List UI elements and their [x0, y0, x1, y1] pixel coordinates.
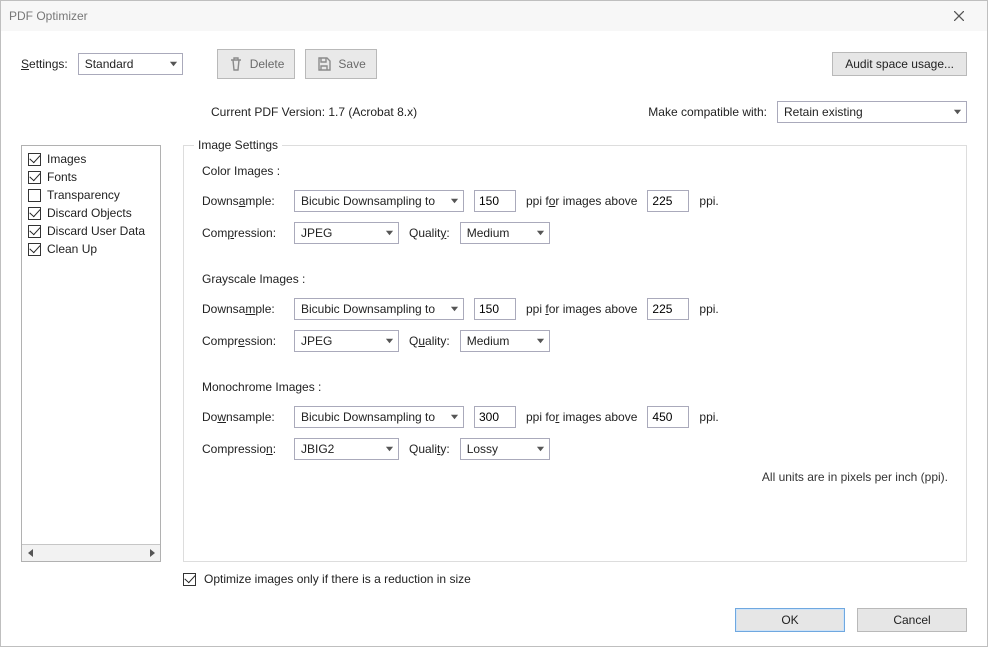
chevron-down-icon: [953, 105, 962, 119]
color-downsample-combo[interactable]: Bicubic Downsampling to: [294, 190, 464, 212]
category-checkbox[interactable]: [28, 171, 41, 184]
optimize-label: Optimize images only if there is a reduc…: [204, 572, 471, 586]
color-above-ppi-input[interactable]: [647, 190, 689, 212]
title-bar: PDF Optimizer: [1, 1, 987, 31]
monochrome-images-section: Monochrome Images : Downsample: Bicubic …: [202, 380, 948, 460]
category-item[interactable]: Discard Objects: [28, 204, 154, 222]
color-quality-combo[interactable]: Medium: [460, 222, 550, 244]
quality-label: Quality:: [409, 226, 450, 240]
category-item[interactable]: Transparency: [28, 186, 154, 204]
gray-compression-combo[interactable]: JPEG: [294, 330, 399, 352]
trash-icon: [228, 56, 244, 72]
category-checkbox[interactable]: [28, 189, 41, 202]
label: ppi.: [699, 410, 718, 424]
compat-combo-value: Retain existing: [784, 105, 863, 119]
category-checkbox[interactable]: [28, 207, 41, 220]
gray-downsample-combo[interactable]: Bicubic Downsampling to: [294, 298, 464, 320]
panel-legend: Image Settings: [194, 138, 282, 152]
gray-ppi-input[interactable]: [474, 298, 516, 320]
optimize-checkbox-row: Optimize images only if there is a reduc…: [183, 572, 967, 586]
quality-label: Quality:: [409, 334, 450, 348]
category-item[interactable]: Images: [28, 150, 154, 168]
delete-button[interactable]: Delete: [217, 49, 296, 79]
label: ppi.: [699, 302, 718, 316]
save-icon: [316, 56, 332, 72]
close-icon: [954, 11, 964, 21]
chevron-down-icon: [450, 410, 459, 424]
scroll-right-icon[interactable]: [143, 545, 160, 561]
chevron-down-icon: [536, 442, 545, 456]
category-label: Discard User Data: [47, 224, 145, 238]
mono-downsample-combo[interactable]: Bicubic Downsampling to: [294, 406, 464, 428]
gray-above-ppi-input[interactable]: [647, 298, 689, 320]
section-title: Monochrome Images :: [202, 380, 948, 394]
current-version-label: Current PDF Version: 1.7 (Acrobat 8.x): [211, 105, 417, 119]
downsample-label: Downsample:: [202, 302, 284, 316]
image-settings-panel: Image Settings Color Images : Downsample…: [183, 145, 967, 562]
color-images-section: Color Images : Downsample: Bicubic Downs…: [202, 164, 948, 244]
compat-combo[interactable]: Retain existing: [777, 101, 967, 123]
chevron-down-icon: [169, 57, 178, 71]
quality-label: Quality:: [409, 442, 450, 456]
category-label: Images: [47, 152, 86, 166]
category-checkbox[interactable]: [28, 243, 41, 256]
gray-quality-combo[interactable]: Medium: [460, 330, 550, 352]
save-button[interactable]: Save: [305, 49, 376, 79]
h-scrollbar[interactable]: [22, 544, 160, 561]
category-item[interactable]: Clean Up: [28, 240, 154, 258]
chevron-down-icon: [385, 334, 394, 348]
chevron-down-icon: [536, 334, 545, 348]
chevron-down-icon: [385, 226, 394, 240]
ok-button[interactable]: OK: [735, 608, 845, 632]
category-label: Discard Objects: [47, 206, 132, 220]
mono-ppi-input[interactable]: [474, 406, 516, 428]
toolbar: Settings: Standard Delete Save Audit spa…: [21, 49, 967, 79]
compression-label: Compression:: [202, 226, 284, 240]
category-label: Transparency: [47, 188, 120, 202]
chevron-down-icon: [385, 442, 394, 456]
units-footnote: All units are in pixels per inch (ppi).: [202, 470, 948, 484]
category-item[interactable]: Fonts: [28, 168, 154, 186]
chevron-down-icon: [536, 226, 545, 240]
category-checkbox[interactable]: [28, 225, 41, 238]
category-checkbox[interactable]: [28, 153, 41, 166]
mono-quality-combo[interactable]: Lossy: [460, 438, 550, 460]
delete-label: Delete: [250, 57, 285, 71]
settings-label: Settings:: [21, 57, 68, 71]
color-ppi-input[interactable]: [474, 190, 516, 212]
downsample-label: Downsample:: [202, 194, 284, 208]
chevron-down-icon: [450, 194, 459, 208]
grayscale-images-section: Grayscale Images : Downsample: Bicubic D…: [202, 272, 948, 352]
version-row: Current PDF Version: 1.7 (Acrobat 8.x) M…: [21, 101, 967, 123]
audit-button[interactable]: Audit space usage...: [832, 52, 967, 76]
compat-label: Make compatible with:: [648, 105, 767, 119]
category-label: Clean Up: [47, 242, 97, 256]
label: ppi for images above: [526, 410, 637, 424]
save-label: Save: [338, 57, 365, 71]
settings-combo[interactable]: Standard: [78, 53, 183, 75]
compression-label: Compression:: [202, 442, 284, 456]
scroll-left-icon[interactable]: [22, 545, 39, 561]
dialog-buttons: OK Cancel: [21, 608, 967, 632]
label: ppi for images above: [526, 302, 637, 316]
category-label: Fonts: [47, 170, 77, 184]
settings-combo-value: Standard: [85, 57, 134, 71]
mono-compression-combo[interactable]: JBIG2: [294, 438, 399, 460]
close-button[interactable]: [939, 4, 979, 28]
section-title: Grayscale Images :: [202, 272, 948, 286]
cancel-button[interactable]: Cancel: [857, 608, 967, 632]
section-title: Color Images :: [202, 164, 948, 178]
optimize-checkbox[interactable]: [183, 573, 196, 586]
mono-above-ppi-input[interactable]: [647, 406, 689, 428]
color-compression-combo[interactable]: JPEG: [294, 222, 399, 244]
chevron-down-icon: [450, 302, 459, 316]
label: ppi.: [699, 194, 718, 208]
category-item[interactable]: Discard User Data: [28, 222, 154, 240]
downsample-label: Downsample:: [202, 410, 284, 424]
label: ppi for images above: [526, 194, 637, 208]
compression-label: Compression:: [202, 334, 284, 348]
window-title: PDF Optimizer: [9, 9, 939, 23]
category-list: Images Fonts Transparency Discard Objects Di…: [21, 145, 161, 562]
